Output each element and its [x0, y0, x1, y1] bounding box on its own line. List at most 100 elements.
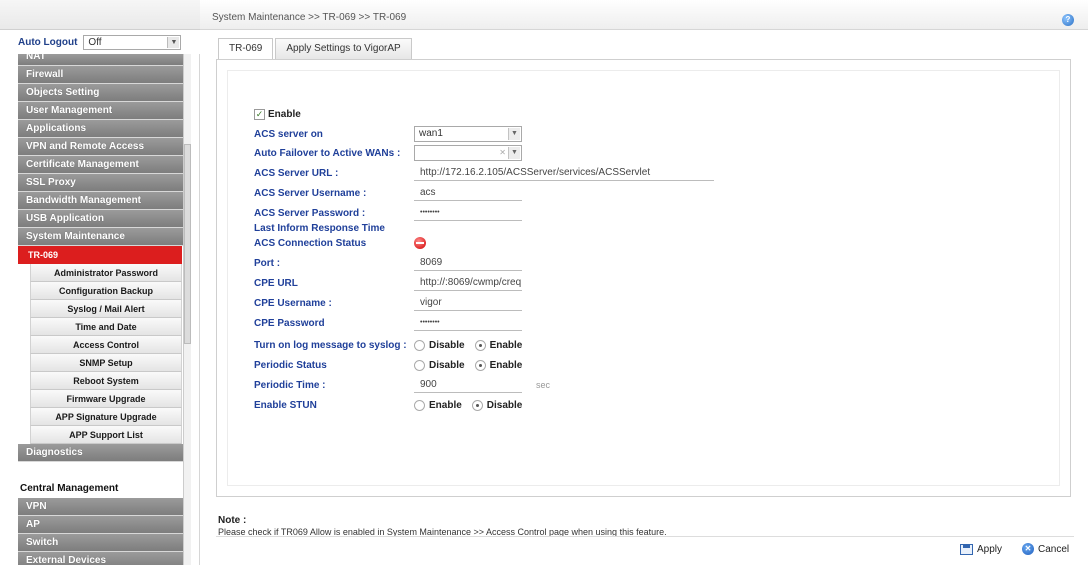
sidebar: Auto Logout Off ▼ NAT Firewall Objects Set… [0, 0, 200, 565]
chevron-down-icon: ▼ [167, 36, 180, 48]
acs-server-url-label: ACS Server URL : [254, 167, 339, 179]
clear-icon[interactable]: ✕ [499, 147, 506, 159]
acs-username-input[interactable]: acs [414, 185, 522, 201]
sidebar-subitem-time-and-date[interactable]: Time and Date [30, 318, 182, 336]
auto-failover-row: Auto Failover to Active WANs : ✕ ▼ [254, 144, 522, 162]
sidebar-section-central-management: Central Management [18, 480, 191, 498]
enable-checkbox[interactable]: ✓ [254, 108, 265, 120]
acs-server-on-select[interactable]: wan1 ▼ [414, 126, 522, 142]
stun-enable-radio[interactable] [414, 399, 425, 411]
auto-logout-label: Auto Logout [18, 36, 78, 48]
save-icon [960, 543, 973, 555]
periodic-status-disable-label: Disable [429, 359, 465, 371]
help-icon[interactable]: ? [1062, 14, 1074, 26]
sidebar-item-certificate-management[interactable]: Certificate Management [18, 156, 191, 174]
sidebar-item-ap[interactable]: AP [18, 516, 191, 534]
auto-logout: Auto Logout Off ▼ [0, 30, 200, 54]
enable-label: Enable [268, 108, 301, 120]
last-inform-label: Last Inform Response Time [254, 223, 385, 234]
scrollbar-thumb[interactable] [184, 144, 191, 344]
sidebar-subitem-snmp-setup[interactable]: SNMP Setup [30, 354, 182, 372]
periodic-time-label: Periodic Time : [254, 379, 326, 391]
periodic-status-disable-radio[interactable] [414, 359, 425, 371]
periodic-time-input[interactable]: 900 [414, 377, 522, 393]
stun-enable-label: Enable [429, 399, 462, 411]
cancel-button-label: Cancel [1038, 543, 1070, 555]
port-input[interactable]: 8069 [414, 255, 522, 271]
tab-apply-settings-vigorap[interactable]: Apply Settings to VigorAP [275, 38, 412, 60]
cpe-url-row: CPE URL http://:8069/cwmp/creq [254, 274, 522, 292]
log-syslog-disable-radio[interactable] [414, 339, 425, 351]
settings-group: ✓ Enable ACS server on wan1 ▼ Auto Failo… [227, 70, 1060, 486]
auto-logout-value: Off [88, 36, 102, 48]
sidebar-item-user-management[interactable]: User Management [18, 102, 191, 120]
periodic-status-label: Periodic Status [254, 359, 327, 371]
sidebar-subitem-app-signature-upgrade[interactable]: APP Signature Upgrade [30, 408, 182, 426]
log-syslog-label: Turn on log message to syslog : [254, 339, 407, 351]
periodic-status-enable-label: Enable [489, 359, 523, 371]
acs-username-label: ACS Server Username : [254, 187, 367, 199]
periodic-time-unit: sec [536, 380, 551, 390]
sidebar-item-usb-application[interactable]: USB Application [18, 210, 191, 228]
acs-password-row: ACS Server Password : •••••••• [254, 204, 522, 222]
acs-connection-status-row: ACS Connection Status [254, 234, 426, 252]
tab-bar: TR-069 Apply Settings to VigorAP [218, 38, 414, 61]
sidebar-scrollbar[interactable] [183, 54, 191, 565]
sidebar-item-applications[interactable]: Applications [18, 120, 191, 138]
sidebar-subitem-configuration-backup[interactable]: Configuration Backup [30, 282, 182, 300]
stun-disable-radio[interactable] [471, 399, 483, 411]
periodic-status-enable-radio[interactable] [474, 359, 486, 371]
note-title: Note : [218, 515, 247, 526]
cancel-icon: ✕ [1022, 543, 1034, 555]
acs-password-input[interactable]: •••••••• [414, 205, 522, 221]
auto-failover-label: Auto Failover to Active WANs : [254, 147, 401, 159]
sidebar-item-external-devices[interactable]: External Devices [18, 552, 191, 565]
sidebar-subitem-tr-069[interactable]: TR-069 [18, 246, 182, 264]
sidebar-item-vpn-and-remote-access[interactable]: VPN and Remote Access [18, 138, 191, 156]
sidebar-subitem-access-control[interactable]: Access Control [30, 336, 182, 354]
breadcrumb: System Maintenance >> TR-069 >> TR-069 [212, 12, 407, 23]
cpe-password-label: CPE Password [254, 317, 325, 329]
cpe-username-input[interactable]: vigor [414, 295, 522, 311]
note: Note : Please check if TR069 Allow is en… [218, 515, 667, 537]
periodic-status-row: Periodic Status Disable Enable [254, 356, 522, 374]
acs-server-url-row: ACS Server URL : http://172.16.2.105/ACS… [254, 164, 714, 182]
cpe-url-input[interactable]: http://:8069/cwmp/creq [414, 275, 522, 291]
auto-logout-select[interactable]: Off ▼ [83, 34, 182, 50]
cancel-button[interactable]: ✕ Cancel [1022, 541, 1069, 557]
settings-panel: ✓ Enable ACS server on wan1 ▼ Auto Failo… [216, 59, 1071, 497]
tab-tr069[interactable]: TR-069 [218, 38, 274, 61]
sidebar-subitem-firmware-upgrade[interactable]: Firmware Upgrade [30, 390, 182, 408]
cpe-url-label: CPE URL [254, 277, 298, 289]
sidebar-item-nat[interactable]: NAT [18, 54, 191, 66]
top-bar: System Maintenance >> TR-069 >> TR-069 ? [200, 0, 1088, 30]
sidebar-subitem-app-support-list[interactable]: APP Support List [30, 426, 182, 444]
acs-server-url-input[interactable]: http://172.16.2.105/ACSServer/services/A… [414, 165, 714, 181]
enable-stun-label: Enable STUN [254, 399, 317, 411]
log-syslog-enable-label: Enable [489, 339, 523, 351]
enable-row: ✓ Enable [254, 105, 301, 123]
sidebar-item-vpn[interactable]: VPN [18, 498, 191, 516]
sidebar-subitem-administrator-password[interactable]: Administrator Password [30, 264, 182, 282]
periodic-time-row: Periodic Time : 900 sec [254, 376, 550, 394]
sidebar-subitem-syslog-mail-alert[interactable]: Syslog / Mail Alert [30, 300, 182, 318]
apply-button[interactable]: Apply [960, 541, 1002, 557]
auto-failover-select[interactable]: ✕ ▼ [414, 145, 522, 161]
sidebar-spacer [18, 462, 191, 480]
chevron-down-icon: ▼ [508, 128, 520, 140]
sidebar-logo-area [0, 0, 200, 30]
sidebar-item-diagnostics[interactable]: Diagnostics [18, 444, 191, 462]
sidebar-item-switch[interactable]: Switch [18, 534, 191, 552]
log-syslog-enable-radio[interactable] [474, 339, 486, 351]
sidebar-item-firewall[interactable]: Firewall [18, 66, 191, 84]
log-syslog-row: Turn on log message to syslog : Disable … [254, 336, 522, 354]
acs-server-on-row: ACS server on wan1 ▼ [254, 125, 522, 143]
sidebar-item-objects-setting[interactable]: Objects Setting [18, 84, 191, 102]
port-row: Port : 8069 [254, 254, 522, 272]
sidebar-item-ssl-proxy[interactable]: SSL Proxy [18, 174, 191, 192]
sidebar-item-bandwidth-management[interactable]: Bandwidth Management [18, 192, 191, 210]
apply-button-label: Apply [977, 543, 1003, 555]
sidebar-item-system-maintenance[interactable]: System Maintenance [18, 228, 191, 246]
sidebar-subitem-reboot-system[interactable]: Reboot System [30, 372, 182, 390]
cpe-password-input[interactable]: •••••••• [414, 315, 522, 331]
